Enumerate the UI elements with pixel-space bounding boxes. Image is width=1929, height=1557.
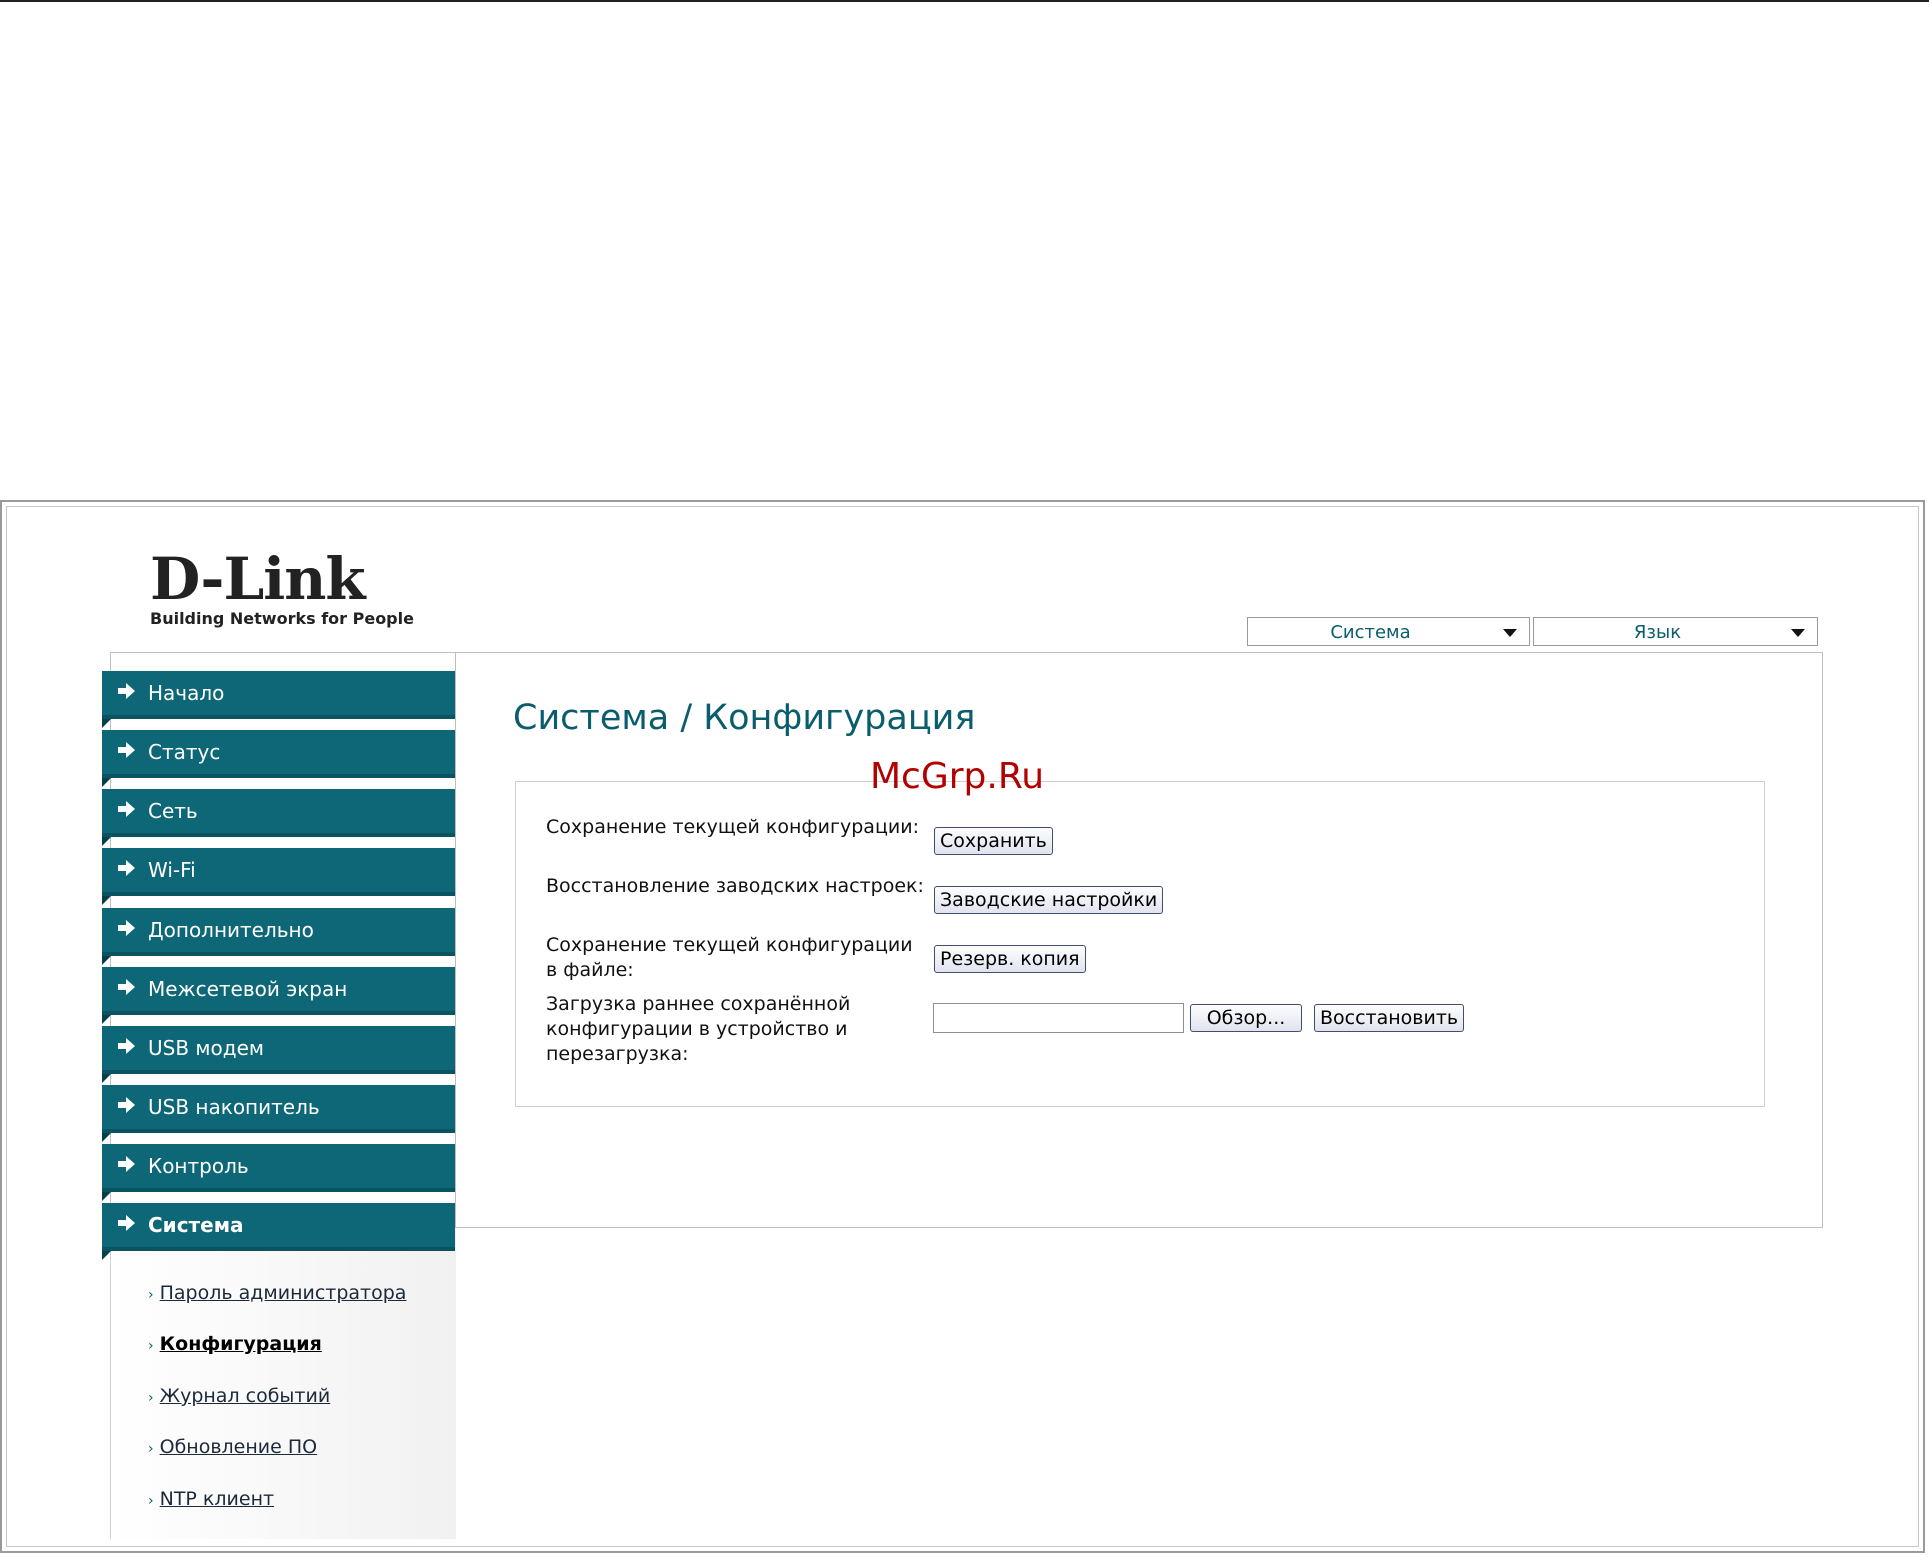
arrow-right-icon [118,683,135,699]
sidebar-item-home[interactable]: Начало [102,671,455,728]
arrow-right-icon [118,1038,135,1054]
sidebar-item-label: USB накопитель [148,1095,320,1119]
arrow-right-icon [118,860,135,876]
sidebar-item-label: Система [148,1213,244,1237]
factory-reset-button[interactable]: Заводские настройки [934,886,1164,914]
save-button[interactable]: Сохранить [934,827,1053,855]
sidebar-item-advanced[interactable]: Дополнительно [102,908,455,965]
logo-tagline: Building Networks for People [150,609,414,628]
sidebar-item-label: Wi-Fi [148,858,196,882]
sidebar-item-label: USB модем [148,1036,264,1060]
system-select[interactable]: Система [1247,617,1530,646]
sidebar-item-wifi[interactable]: Wi-Fi [102,848,455,905]
browse-button[interactable]: Обзор... [1190,1004,1302,1032]
factory-reset-label: Восстановление заводских настроек: [546,875,924,897]
chevron-down-icon [1503,629,1517,637]
arrow-right-icon [118,801,135,817]
backup-config-label: Сохранение текущей конфигурации в файле: [546,934,913,981]
submenu-item-configuration[interactable]: › Конфигурация [148,1333,322,1355]
chevron-down-icon [1791,629,1805,637]
sidebar-item-control[interactable]: Контроль [102,1144,455,1201]
upload-config-label: Загрузка раннее сохранённой конфигурации… [546,993,851,1065]
sidebar-item-label: Дополнительно [148,918,314,942]
sidebar-item-label: Сеть [148,799,198,823]
sidebar-item-label: Межсетевой экран [148,977,348,1001]
language-select-value: Язык [1633,622,1682,643]
page-title: Система / Конфигурация [513,698,976,738]
sidebar-item-label: Контроль [148,1154,249,1178]
arrow-right-icon [118,1156,135,1172]
config-file-input[interactable] [933,1003,1184,1033]
arrow-right-icon [118,1097,135,1113]
submenu-item-event-log[interactable]: › Журнал событий [148,1385,330,1407]
sidebar-item-firewall[interactable]: Межсетевой экран [102,967,455,1024]
restore-button[interactable]: Восстановить [1314,1004,1465,1032]
arrow-right-icon [118,742,135,758]
submenu-item-admin-password[interactable]: › Пароль администратора [148,1282,406,1304]
save-config-label: Сохранение текущей конфигурации: [546,816,919,838]
system-select-value: Система [1330,622,1411,643]
sidebar-divider [455,652,456,1228]
dlink-logo: D-Link Building Networks for People [150,550,414,628]
arrow-right-icon [118,979,135,995]
sidebar-item-label: Начало [148,681,225,705]
sidebar-item-system[interactable]: Система [102,1203,455,1260]
arrow-right-icon [118,920,135,936]
submenu-item-firmware-update[interactable]: › Обновление ПО [148,1436,317,1458]
language-select[interactable]: Язык [1533,617,1818,646]
arrow-right-icon [118,1215,135,1231]
sidebar-item-label: Статус [148,740,221,764]
watermark: McGrp.Ru [870,756,1045,797]
sidebar-item-network[interactable]: Сеть [102,789,455,846]
sidebar-item-status[interactable]: Статус [102,730,455,787]
submenu-item-ntp-client[interactable]: › NTP клиент [148,1488,274,1510]
backup-button[interactable]: Резерв. копия [934,945,1086,973]
sidebar-item-usb-storage[interactable]: USB накопитель [102,1085,455,1142]
top-rule [0,0,1929,2]
logo-brand: D-Link [150,545,366,613]
sidebar-item-usb-modem[interactable]: USB модем [102,1026,455,1083]
